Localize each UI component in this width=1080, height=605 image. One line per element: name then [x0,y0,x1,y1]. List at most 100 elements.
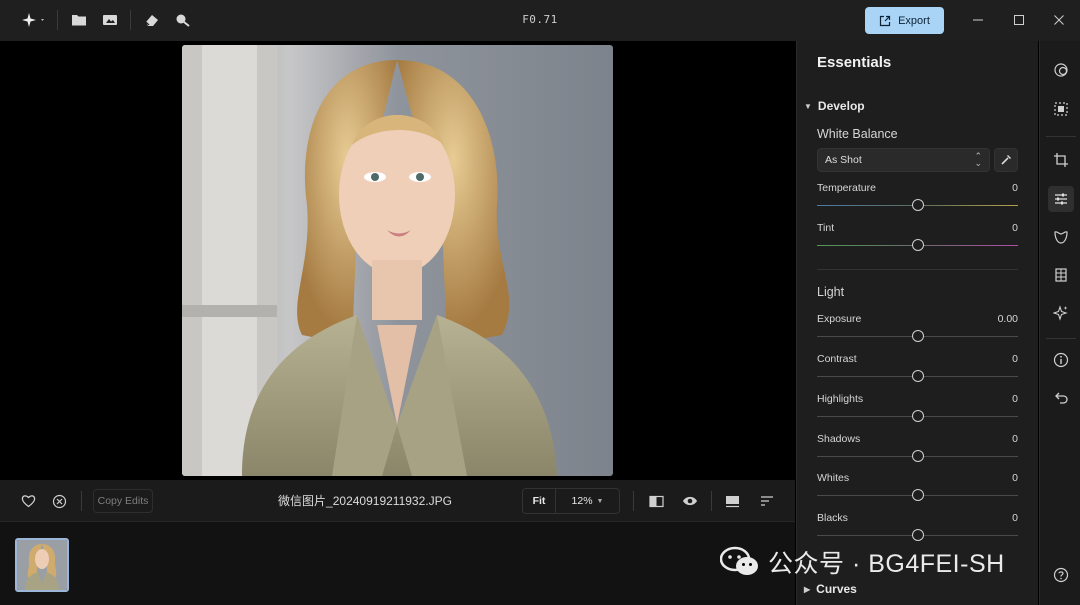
develop-section-header[interactable]: ▼ Develop [804,99,865,113]
filmstrip [0,521,795,605]
slider-label: Blacks [817,512,848,524]
slider-thumb[interactable] [911,330,924,342]
temperature-slider[interactable]: Temperature 0 [817,182,1018,216]
slider-value[interactable]: 0 [1012,393,1018,405]
slider-thumb[interactable] [911,410,924,422]
chevron-down-icon: ▼ [596,497,604,505]
file-name: 微信图片_20240919211932.JPG [278,494,452,508]
toolbar-divider [57,10,58,30]
import-button[interactable] [98,8,122,32]
slider-value[interactable]: 0 [1012,182,1018,194]
adjustments-button[interactable] [1048,186,1074,212]
close-button[interactable] [1049,8,1069,32]
sliders-icon [1055,193,1067,205]
watermark-text: 公众号 · BG4FEI-SH [768,550,1005,578]
zoom-dropdown[interactable]: 12% ▼ [556,489,619,513]
wechat-logo-icon [720,546,758,575]
slider-value[interactable]: 0 [1012,222,1018,234]
blacks-slider[interactable]: Blacks 0 [817,512,1018,546]
curves-section-header[interactable]: ▶ Curves [804,582,857,596]
help-icon [1053,567,1069,583]
toolbar-divider [81,491,82,511]
sort-button[interactable] [756,488,778,514]
white-balance-select[interactable]: As Shot ⌃ ⌄ [817,148,990,172]
slider-thumb[interactable] [911,450,924,462]
slider-label: Exposure [817,313,862,325]
slider-thumb[interactable] [911,529,924,541]
crop-button[interactable] [1048,147,1074,173]
title-bar: F0.71 Export [0,0,1080,41]
app-menu-button[interactable] [16,8,50,32]
eyedropper-button[interactable] [994,148,1018,172]
toolbar-divider [633,491,634,511]
eye-icon [683,496,697,506]
light-label: Light [817,285,845,299]
slider-label: Contrast [817,353,857,365]
slider-value[interactable]: 0 [1012,433,1018,445]
slider-thumb[interactable] [911,239,924,251]
slider-thumb[interactable] [911,489,924,501]
export-label: Export [898,14,930,27]
compare-button[interactable] [645,488,667,514]
slider-value[interactable]: 0 [1012,512,1018,524]
zoom-level: 12% [571,495,593,507]
ai-enhance-button[interactable] [1048,300,1074,326]
filmstrip-thumbnail[interactable] [15,538,69,592]
favorite-button[interactable] [17,488,39,514]
history-button[interactable] [1048,385,1074,411]
mask-icon [1054,231,1068,244]
wb-preset-value: As Shot [825,154,862,166]
preview-toggle-button[interactable] [679,488,701,514]
retouch-button[interactable] [1048,224,1074,250]
panel-title: Essentials [817,54,892,71]
info-icon [1053,352,1069,368]
sort-icon [761,496,773,506]
slider-thumb[interactable] [911,370,924,382]
select-subject-icon [1054,102,1068,116]
presets-icon [1054,63,1068,77]
eraser-button[interactable] [140,8,164,32]
crop-icon [1054,153,1068,167]
tint-slider[interactable]: Tint 0 [817,222,1018,256]
photo-preview[interactable] [182,45,613,476]
slider-label: Highlights [817,393,864,405]
open-folder-button[interactable] [67,8,91,32]
sparkle-icon [1053,305,1068,321]
develop-label: Develop [817,99,865,113]
slider-value[interactable]: 0 [1012,353,1018,365]
section-divider [817,269,1018,270]
caret-right-icon: ▶ [804,584,811,594]
info-button[interactable] [1048,347,1074,373]
curves-label: Curves [816,582,857,596]
maximize-icon [1014,15,1024,25]
reject-icon [52,494,66,508]
rail-divider [1046,338,1076,339]
slider-value[interactable]: 0 [1012,472,1018,484]
magic-select-button[interactable] [171,8,195,32]
highlights-slider[interactable]: Highlights 0 [817,393,1018,427]
chevron-updown-icon: ⌃ ⌄ [974,151,982,168]
magic-wand-icon [176,14,190,27]
exposure-slider[interactable]: Exposure 0.00 [817,313,1018,347]
fit-button[interactable]: Fit [523,489,556,513]
contrast-slider[interactable]: Contrast 0 [817,353,1018,387]
toolbar-divider [711,491,712,511]
slider-thumb[interactable] [911,199,924,211]
slider-value[interactable]: 0.00 [998,313,1018,325]
help-button[interactable] [1048,562,1074,588]
filmstrip-toggle-button[interactable] [721,488,743,514]
eraser-icon [145,15,158,26]
shadows-slider[interactable]: Shadows 0 [817,433,1018,467]
image-canvas[interactable] [0,41,795,480]
whites-slider[interactable]: Whites 0 [817,472,1018,506]
layers-button[interactable] [1048,262,1074,288]
presets-button[interactable] [1048,57,1074,83]
caret-down-icon: ▼ [804,101,812,111]
select-subject-button[interactable] [1048,96,1074,122]
copy-edits-button[interactable]: Copy Edits [93,489,153,513]
export-button[interactable]: Export [865,7,944,34]
reject-button[interactable] [48,488,70,514]
minimize-button[interactable] [968,8,988,32]
image-import-icon [103,15,117,25]
maximize-button[interactable] [1009,8,1029,32]
